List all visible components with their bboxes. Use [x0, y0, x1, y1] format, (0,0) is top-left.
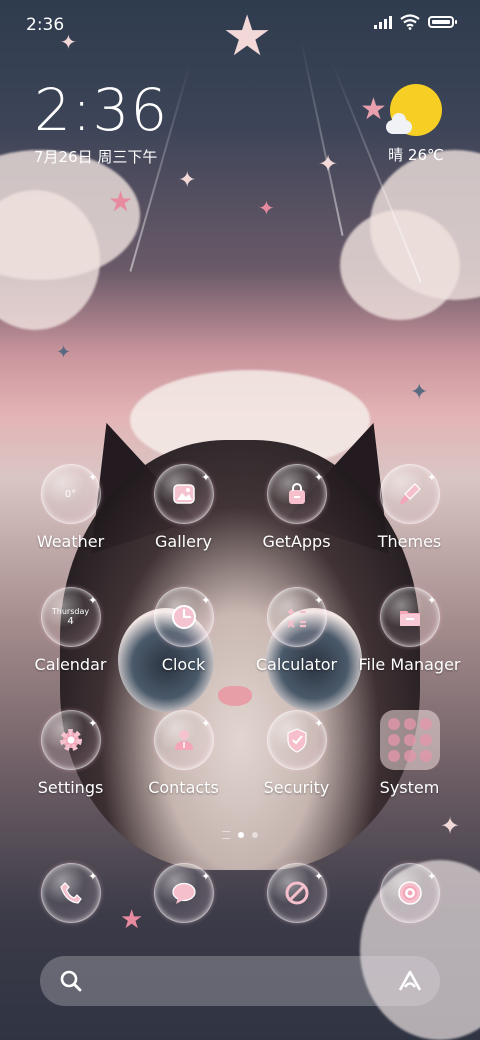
star-decoration: ✦ [410, 380, 429, 405]
star-decoration: ★ [108, 185, 134, 218]
folder-grid-icon [379, 710, 440, 770]
weather-badge: 0° [64, 488, 77, 500]
widget-time: 2:36 [34, 76, 169, 144]
clock-widget[interactable]: 2:36 7月26日 周三下午 [34, 78, 168, 167]
app-getapps[interactable]: GetApps [240, 464, 353, 551]
app-themes[interactable]: Themes [353, 464, 466, 551]
widget-date: 7月26日 周三下午 [34, 148, 158, 166]
star-decoration: ✦ [258, 196, 275, 220]
app-label: Gallery [155, 532, 212, 551]
clock-icon [153, 587, 214, 647]
signal-icon [374, 15, 392, 29]
search-icon[interactable] [58, 968, 84, 994]
phone-icon [40, 863, 101, 923]
calculator-icon [266, 587, 327, 647]
app-label: Contacts [148, 778, 219, 797]
app-grid: 0° Weather Gallery GetApps Themes Thursd… [14, 464, 466, 797]
app-file-manager[interactable]: File Manager [353, 587, 466, 674]
page-dot [252, 832, 258, 838]
battery-icon [428, 16, 457, 28]
gear-icon [40, 710, 101, 770]
app-label: Settings [37, 778, 104, 797]
search-bar[interactable] [40, 956, 440, 1006]
cloud [340, 210, 460, 320]
app-weather[interactable]: 0° Weather [14, 464, 127, 551]
app-label: Clock [161, 655, 206, 674]
app-label: Themes [377, 532, 442, 551]
app-gallery[interactable]: Gallery [127, 464, 240, 551]
weather-widget[interactable]: 晴 26℃ [386, 84, 446, 165]
calendar-day-name: Thursday [51, 607, 90, 616]
camera-icon [379, 863, 440, 923]
app-clock[interactable]: Clock [127, 587, 240, 674]
brush-icon [379, 464, 440, 524]
page-list-icon [222, 831, 230, 839]
dock-messages[interactable] [127, 863, 240, 923]
status-bar: 2:36 [0, 0, 480, 50]
star-decoration: ✦ [318, 150, 339, 178]
page-indicator[interactable] [0, 831, 480, 839]
dock-camera[interactable] [353, 863, 466, 923]
assistant-icon[interactable] [396, 968, 424, 994]
shopping-bag-icon [266, 464, 327, 524]
star-decoration: ✦ [56, 342, 72, 363]
shield-icon [266, 710, 327, 770]
status-time: 2:36 [26, 15, 65, 35]
app-label: File Manager [358, 655, 461, 674]
app-calendar[interactable]: Thursday 4 Calendar [14, 587, 127, 674]
dock-phone[interactable] [14, 863, 127, 923]
weather-text: 晴 26℃ [388, 146, 444, 164]
app-label: Security [263, 778, 330, 797]
person-icon [153, 710, 214, 770]
weather-icon: 0° [40, 464, 101, 524]
wifi-icon [400, 14, 420, 30]
app-security[interactable]: Security [240, 710, 353, 797]
star-decoration: ✦ [178, 168, 197, 193]
message-icon [153, 863, 214, 923]
app-label: Calendar [34, 655, 107, 674]
app-contacts[interactable]: Contacts [127, 710, 240, 797]
light-ray [300, 39, 344, 236]
dock [14, 863, 466, 923]
app-settings[interactable]: Settings [14, 710, 127, 797]
app-label: Weather [36, 532, 105, 551]
sun-cloud-icon [386, 84, 442, 136]
folder-system[interactable]: System [353, 710, 466, 797]
status-icons [374, 14, 457, 30]
calendar-day-num: 4 [67, 616, 74, 627]
app-label: GetApps [262, 532, 331, 551]
calendar-icon: Thursday 4 [40, 587, 101, 647]
app-label: System [379, 778, 440, 797]
star-decoration: ★ [360, 92, 387, 127]
page-dot-active [238, 832, 244, 838]
dock-browser[interactable] [240, 863, 353, 923]
app-calculator[interactable]: Calculator [240, 587, 353, 674]
folder-icon [379, 587, 440, 647]
gallery-icon [153, 464, 214, 524]
app-label: Calculator [255, 655, 338, 674]
browser-icon [266, 863, 327, 923]
